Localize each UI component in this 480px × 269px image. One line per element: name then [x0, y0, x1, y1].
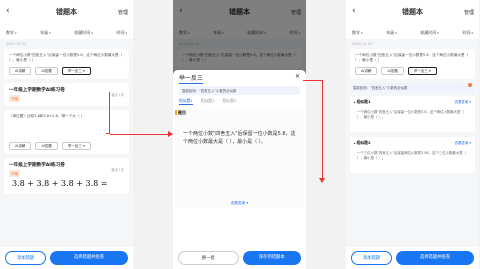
meta-count: 被点 1次: [111, 93, 124, 97]
filter-subject[interactable]: 数学: [6, 30, 16, 36]
view-answer-link[interactable]: 查看答案 ▾: [455, 99, 471, 104]
close-icon[interactable]: ✕: [295, 73, 300, 80]
create-paper-button[interactable]: 选择错题并组卷: [50, 251, 128, 265]
phone-panel-3: ‹ 错题本 管理 数学 年级 收藏时间 时间 2023.11.23 一个两位小数…: [346, 0, 479, 269]
question-card[interactable]: 一个两位小数"四舍五入"后保留一位小数是5.8，这个两位小数最大是（ ），最小是…: [350, 49, 475, 87]
similar-question-2: 相似题2 查看答案 ▾ 一个三位小数"四舍五入"后保留两位小数是3.88，这个三…: [350, 137, 475, 173]
flow-arrow-2-line: [303, 80, 322, 81]
similar-text: 一个两位小数"四舍五入"后保留一位小数是5.8，这个两位小数最大是（ ），最小是…: [357, 110, 464, 119]
create-paper-button[interactable]: 选择错题并组卷: [396, 251, 474, 265]
filter-bar: 数学 年级 收藏时间 时间: [346, 27, 479, 39]
sheet-bottom-bar: 换一批 保存到错题本: [173, 247, 306, 269]
similar-questions-button[interactable]: 举一反三 ▾: [407, 67, 437, 75]
filter-bar: 数学 年级 收藏时间 时间: [0, 27, 133, 39]
tab-similar-1[interactable]: 相似题1: [179, 98, 193, 105]
meta-count: 被点 1次: [111, 168, 124, 172]
manage-button[interactable]: 管理: [118, 9, 128, 16]
question-box: 题目 一个两位小数"四舍五入"后保留一位小数是5.8，这个两位小数最大是（ ），…: [175, 108, 304, 208]
arrowhead-icon: [168, 131, 173, 137]
math-expression: 3.8 + 3.8 + 3.8 + 3.8 =: [12, 179, 108, 188]
similar-questions-sheet: 举一反三 ✕ 智能检测：“四舍五入”小数的近似数 相似题1 相似题2 相似题3 …: [173, 70, 306, 269]
ai-answer-button[interactable]: AI答题: [35, 67, 58, 75]
bottom-bar: 添加错题 选择错题并组卷: [346, 247, 479, 269]
question-text: 一个两位小数"四舍五入"后保留一位小数是5.8，这个两位小数最大是（ ），最小是…: [183, 131, 296, 145]
filter-time[interactable]: 时间: [117, 30, 127, 36]
refresh-button[interactable]: 换一批: [178, 251, 239, 265]
similar-questions-button[interactable]: 举一反三 ▾: [61, 142, 91, 150]
filter-grade[interactable]: 年级: [40, 30, 50, 36]
date-label: 2023.11.23: [6, 42, 27, 46]
similar-tabs: 相似题1 相似题2 相似题3: [179, 98, 236, 105]
filter-time[interactable]: 时间: [463, 30, 473, 36]
view-answer-link[interactable]: 查看答案 ▾: [175, 201, 304, 206]
tab-similar-3[interactable]: 相似题3: [223, 98, 237, 105]
filter-saved-time[interactable]: 收藏时间: [74, 30, 92, 36]
date-label: 2023.11.23: [352, 42, 373, 46]
question-card[interactable]: 一个两位小数"四舍五入"后保留一位小数是5.8，这个两位小数最大是（ ），最小是…: [4, 49, 129, 87]
flow-arrow-1: [106, 92, 110, 134]
add-question-button[interactable]: 添加错题: [5, 251, 46, 265]
similar-questions-button[interactable]: 举一反三 ▾: [61, 67, 91, 75]
question-text: 一个两位小数"四舍五入"后保留一位小数是5.8，这个两位小数最大是（ ），最小是…: [9, 53, 123, 62]
flow-arrow-2-vertical: [322, 80, 323, 180]
ai-answer-button[interactable]: AI答题: [35, 142, 58, 150]
filter-grade[interactable]: 年级: [386, 30, 396, 36]
paper-card[interactable]: 一年级上学期数学AI练习卷 不懂 被点 1次: [4, 83, 129, 106]
filter-saved-time[interactable]: 收藏时间: [420, 30, 438, 36]
paper-title: 一年级上学期数学AI练习卷: [9, 163, 65, 168]
header: ‹ 错题本 管理: [0, 0, 133, 27]
filter-subject[interactable]: 数学: [352, 30, 362, 36]
question-label: 题目: [178, 110, 186, 115]
arrowhead-icon: [319, 178, 325, 183]
similar-text: 一个三位小数"四舍五入"后保留两位小数是3.88，这个三位小数最大是（ ），最小…: [357, 151, 466, 160]
question-text: 一个两位小数"四舍五入"后保留一位小数是5.8，这个两位小数最大是（ ），最小是…: [355, 53, 469, 62]
add-question-button[interactable]: 添加错题: [351, 251, 392, 265]
knowledge-hint: 智能检测：“四舍五入”小数的近似数: [179, 86, 300, 95]
status-badge: 不懂: [9, 95, 20, 102]
ai-answer-button[interactable]: AI答题: [381, 67, 404, 75]
ai-explain-button[interactable]: AI讲解: [355, 67, 378, 75]
header: ‹ 错题本 管理: [346, 0, 479, 27]
page-title: 错题本: [402, 8, 423, 16]
status-badge: 不懂: [9, 170, 20, 177]
ai-explain-button[interactable]: AI讲解: [9, 67, 32, 75]
flow-arrow-1-line: [110, 134, 172, 135]
paper-card[interactable]: 一年级上学期数学AI练习卷 不懂 被点 1次 3.8 + 3.8 + 3.8 +…: [4, 158, 129, 194]
bottom-bar: 添加错题 选择错题并组卷: [0, 247, 133, 269]
knowledge-hint: 智能检测：“四舍五入”小数的近似数: [350, 83, 475, 92]
tab-similar-2[interactable]: 相似题2: [201, 98, 215, 105]
sheet-title: 举一反三: [179, 75, 204, 84]
badge-dot: [468, 83, 472, 87]
view-answer-link[interactable]: 查看答案 ▾: [455, 140, 471, 145]
manage-button[interactable]: 管理: [464, 9, 474, 16]
ai-explain-button[interactable]: AI讲解: [9, 142, 32, 150]
label-bar: [175, 110, 177, 115]
page-title: 错题本: [56, 8, 77, 16]
question-card[interactable]: （单位题）比较3.8和3.8+0.8，哪一个大（ ） AI讲解 AI答题 举一反…: [4, 110, 129, 154]
phone-panel-2: ‹ 错题本 管理 数学 年级 收藏时间 时间 2023.11.23 一个两位小数…: [173, 0, 306, 269]
similar-question-1: 相似题1 查看答案 ▾ 一个两位小数"四舍五入"后保留一位小数是5.8，这个两位…: [350, 96, 475, 132]
save-to-book-button[interactable]: 保存到错题本: [242, 251, 301, 265]
